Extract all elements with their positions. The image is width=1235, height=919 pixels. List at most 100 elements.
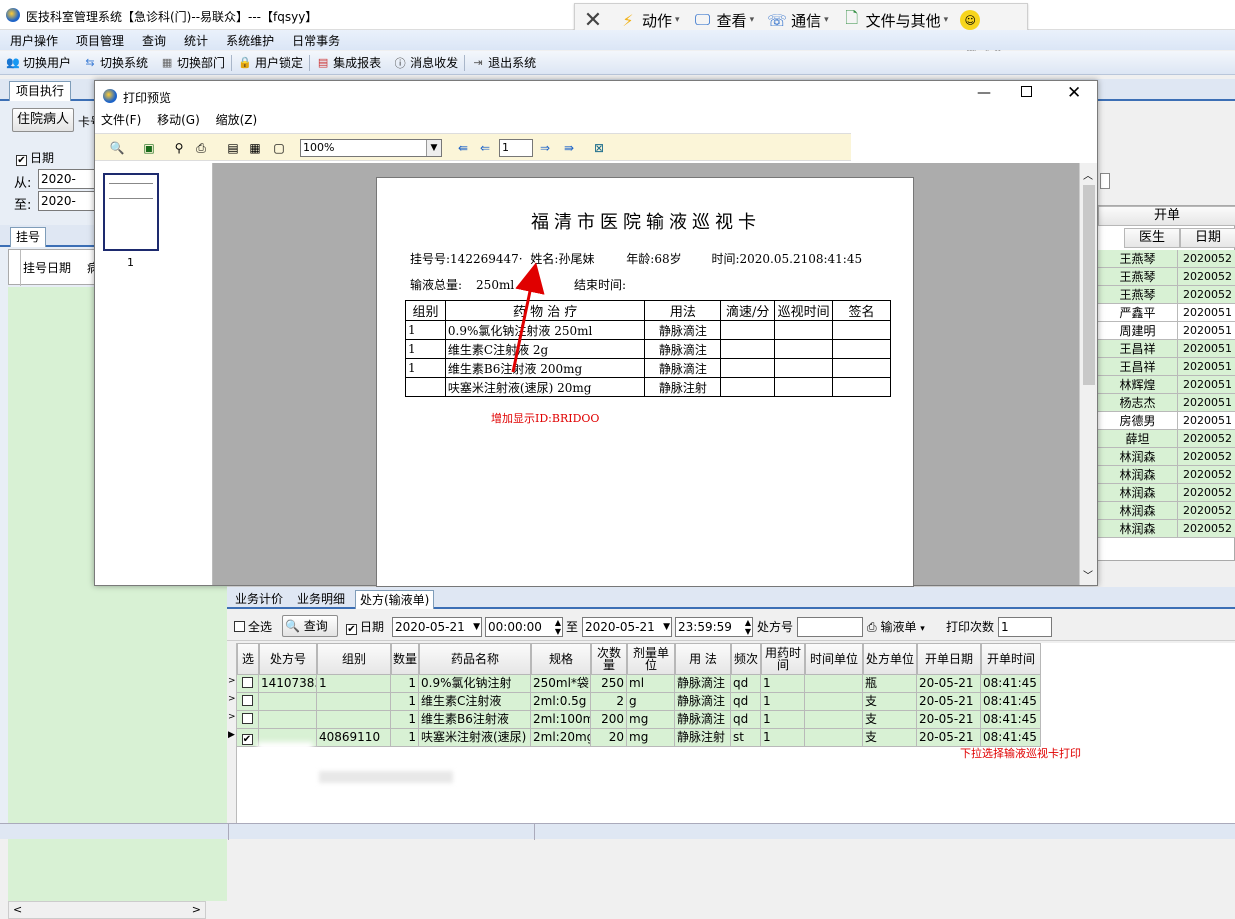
end-time-input[interactable]: 23:59:59 ▲ ▼: [675, 617, 753, 637]
query-button[interactable]: 🔍 查询: [282, 615, 338, 637]
table-row[interactable]: 房德男 2020051: [1098, 412, 1235, 430]
tab-details[interactable]: 业务明细: [293, 590, 349, 609]
select-all-checkbox[interactable]: 全选: [234, 618, 272, 635]
column-header[interactable]: 药品名称: [419, 643, 531, 675]
table-row[interactable]: 林润森 2020052: [1098, 466, 1235, 484]
column-header[interactable]: 组别: [317, 643, 391, 675]
column-header[interactable]: 用 法: [675, 643, 731, 675]
horizontal-scrollbar[interactable]: < >: [8, 901, 206, 919]
row-checkbox[interactable]: [237, 711, 259, 729]
close-icon[interactable]: ✕: [575, 8, 611, 33]
column-header[interactable]: 规格: [531, 643, 591, 675]
menu-zoom[interactable]: 缩放(Z): [216, 113, 258, 127]
close-preview-icon[interactable]: ⊠: [591, 140, 607, 156]
table-row[interactable]: 王燕琴 2020052: [1098, 250, 1235, 268]
smiley-icon[interactable]: ☺: [960, 10, 981, 30]
inpatient-button[interactable]: 住院病人: [12, 108, 74, 132]
tab-registration[interactable]: 挂号: [10, 227, 47, 247]
right-input-edge[interactable]: [1100, 173, 1110, 189]
table-row[interactable]: 杨志杰 2020051: [1098, 394, 1235, 412]
table-row[interactable]: 薛坦 2020052: [1098, 430, 1235, 448]
menu-daily[interactable]: 日常事务: [292, 32, 340, 49]
to-date-input[interactable]: 2020-05-: [38, 191, 96, 211]
switch-system-button[interactable]: ⇆ 切换系统: [83, 54, 148, 71]
view-menu[interactable]: 🖵 查看 ▾: [692, 9, 754, 31]
slip-type-dropdown[interactable]: ⎙ 输液单 ▾: [867, 618, 925, 635]
table-row[interactable]: 林辉煌 2020051: [1098, 376, 1235, 394]
table-row[interactable]: 14107383 1 1 0.9%氯化钠注射 250ml*袋 250 ml 静脉滴注 qd 1 瓶 2…: [227, 675, 1077, 693]
chevron-down-icon[interactable]: ▾: [920, 624, 925, 634]
column-header[interactable]: 开单时间: [981, 643, 1041, 675]
magnifier-icon[interactable]: 🔍: [109, 140, 125, 156]
menu-move[interactable]: 移动(G): [157, 113, 200, 127]
table-row[interactable]: 周建明 2020051: [1098, 322, 1235, 340]
table-row[interactable]: 林润森 2020052: [1098, 502, 1235, 520]
date-checkbox[interactable]: ✔ 日期: [16, 149, 54, 166]
files-menu[interactable]: 🗋 文件与其他 ▾: [841, 8, 948, 31]
rx-number-input[interactable]: [797, 617, 863, 637]
column-header[interactable]: 选: [237, 643, 259, 675]
chevron-left-icon[interactable]: <: [13, 903, 22, 916]
end-date-input[interactable]: 2020-05-21 ▼: [582, 617, 672, 637]
column-header[interactable]: 时间单位: [805, 643, 863, 675]
chevron-up-icon[interactable]: ︿: [1083, 167, 1093, 182]
chevron-down-icon[interactable]: ▼: [473, 618, 480, 636]
start-date-input[interactable]: 2020-05-21 ▼: [392, 617, 482, 637]
switch-user-button[interactable]: 👥 切换用户: [6, 54, 71, 71]
lock-user-button[interactable]: 🔒 用户锁定: [238, 54, 303, 71]
table-row[interactable]: 1 维生素C注射液 2ml:0.5g 2 g 静脉滴注 qd 1 支 20-05-21 08:41:…: [227, 693, 1077, 711]
next-page-icon[interactable]: ⇒: [537, 140, 553, 156]
table-row[interactable]: 1维生素B6注射液2ml:100mg200mg静脉滴注qd1支20-05-210…: [227, 711, 1077, 729]
table-row[interactable]: 林润森 2020052: [1098, 448, 1235, 466]
column-header[interactable]: 处方号: [259, 643, 317, 675]
date-checkbox[interactable]: ✔ 日期: [346, 618, 384, 635]
preview-vertical-scrollbar[interactable]: ︿ ﹀: [1079, 163, 1097, 585]
chevron-down-icon[interactable]: ▼: [426, 140, 441, 156]
switch-dept-button[interactable]: ▦ 切换部门: [160, 54, 225, 71]
tab-project-exec[interactable]: 项目执行: [9, 81, 72, 101]
menu-stats[interactable]: 统计: [184, 32, 208, 49]
page-setup-icon[interactable]: ▦: [247, 140, 263, 156]
column-header[interactable]: 处方单位: [863, 643, 917, 675]
page-icon[interactable]: ▤: [225, 140, 241, 156]
print-setup-icon[interactable]: ⚲: [171, 140, 187, 156]
column-header[interactable]: 剂量单位: [627, 643, 675, 675]
printer-icon[interactable]: ⎙: [193, 140, 209, 156]
menu-maintenance[interactable]: 系统维护: [226, 32, 274, 49]
table-row[interactable]: 王燕琴 2020052: [1098, 268, 1235, 286]
chevron-down-icon[interactable]: ▼: [663, 618, 670, 636]
communication-menu[interactable]: ☏ 通信 ▾: [766, 9, 829, 31]
column-header[interactable]: 开单日期: [917, 643, 981, 675]
table-row[interactable]: 王昌祥 2020051: [1098, 340, 1235, 358]
menu-file[interactable]: 文件(F): [101, 113, 141, 127]
table-row[interactable]: 林润森 2020052: [1098, 520, 1235, 538]
tab-billing[interactable]: 业务计价: [231, 590, 287, 609]
start-time-input[interactable]: 00:00:00 ▲ ▼: [485, 617, 563, 637]
page-number-input[interactable]: 1: [499, 139, 533, 157]
page-thumbnail[interactable]: [103, 173, 159, 251]
spinner-icon[interactable]: ▲ ▼: [555, 618, 561, 636]
close-icon[interactable]: ✕: [1067, 83, 1081, 103]
from-date-input[interactable]: 2020-05-: [38, 169, 96, 189]
row-checkbox[interactable]: ✔: [237, 729, 259, 747]
maximize-icon[interactable]: [1021, 86, 1032, 97]
table-row[interactable]: 王昌祥 2020051: [1098, 358, 1235, 376]
minimize-icon[interactable]: —: [977, 85, 991, 101]
row-checkbox[interactable]: [237, 693, 259, 711]
messages-button[interactable]: ⓘ 消息收发: [393, 54, 459, 71]
table-row[interactable]: 王燕琴 2020052: [1098, 286, 1235, 304]
spinner-icon[interactable]: ▲ ▼: [745, 618, 751, 636]
row-checkbox[interactable]: [237, 675, 259, 693]
chevron-right-icon[interactable]: >: [192, 903, 201, 916]
menu-user-ops[interactable]: 用户操作: [10, 32, 58, 49]
column-header[interactable]: 用药时间: [761, 643, 805, 675]
actions-menu[interactable]: ⚡ 动作 ▾: [617, 9, 679, 31]
column-header[interactable]: 次数量: [591, 643, 627, 675]
chevron-down-icon[interactable]: ﹀: [1083, 567, 1093, 582]
save-icon[interactable]: ▣: [141, 140, 157, 156]
column-header[interactable]: 数量: [391, 643, 419, 675]
reports-button[interactable]: ▤ 集成报表: [316, 54, 381, 71]
print-count-input[interactable]: 1: [998, 617, 1052, 637]
fit-page-icon[interactable]: ▢: [271, 140, 287, 156]
column-header[interactable]: 频次: [731, 643, 761, 675]
